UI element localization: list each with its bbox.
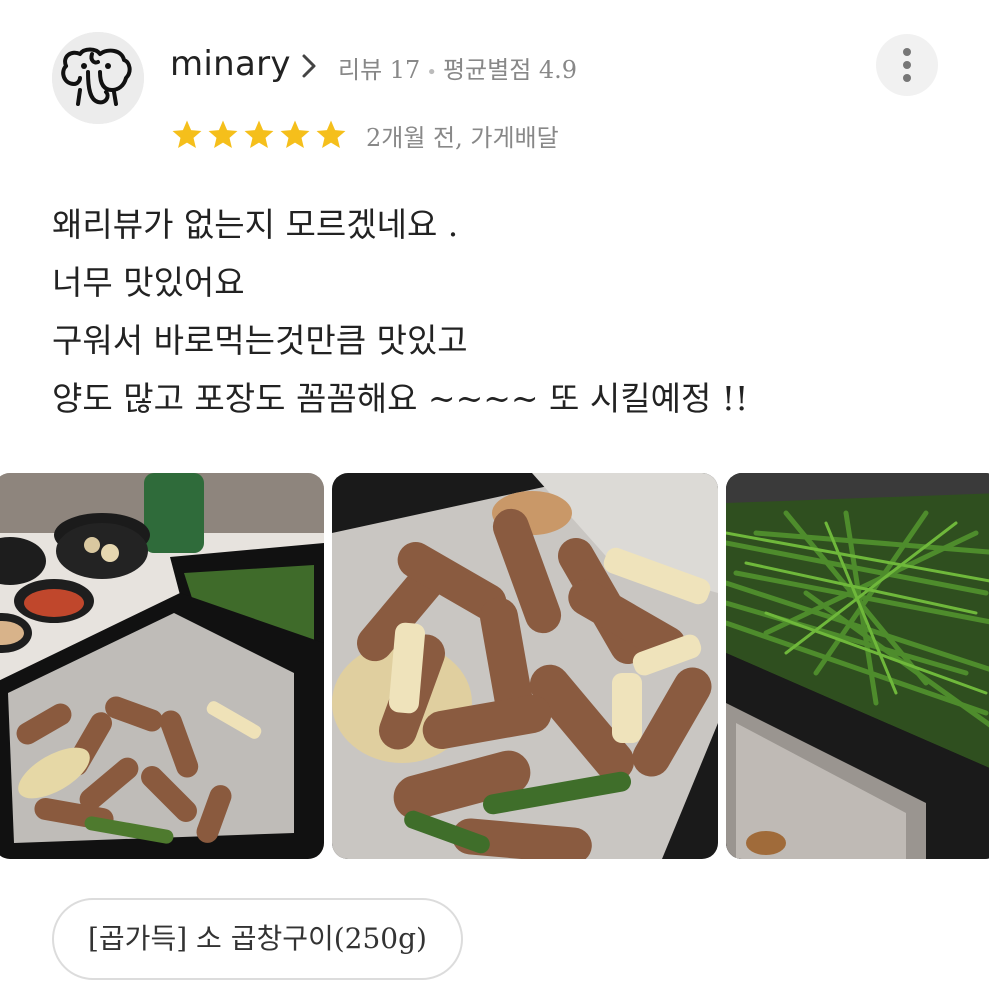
star-icon <box>280 120 310 149</box>
average-rating: 평균별점 4.9 <box>442 56 578 84</box>
review-photo-2[interactable] <box>332 473 718 859</box>
separator-dot: • <box>426 62 437 83</box>
star-icon <box>244 120 274 149</box>
review-date: 2개월 전, 가게배달 <box>366 124 559 152</box>
review-count: 리뷰 17 <box>338 56 421 84</box>
star-icon <box>316 120 346 149</box>
more-options-button[interactable] <box>876 34 938 96</box>
menu-item-tag[interactable]: [곱가득] 소 곱창구이(250g) <box>52 898 463 980</box>
review-text: 왜리뷰가 없는지 모르겠네요 . 너무 맛있어요 구워서 바로먹는것만큼 맛있고… <box>52 196 748 428</box>
review-line: 왜리뷰가 없는지 모르겠네요 . <box>52 205 459 244</box>
review-line: 구워서 바로먹는것만큼 맛있고 <box>52 321 468 360</box>
chevron-right-icon[interactable] <box>300 52 318 80</box>
reviewer-name[interactable]: minary <box>170 44 291 84</box>
star-rating <box>170 118 348 152</box>
more-vertical-icon <box>903 48 911 56</box>
review-line: 양도 많고 포장도 꼼꼼해요 ~~~~ 또 시킬예정 !! <box>52 379 749 418</box>
review-photo-1[interactable] <box>0 473 324 859</box>
review-line: 너무 맛있어요 <box>52 263 245 302</box>
star-icon <box>172 120 202 149</box>
elephant-icon <box>52 32 144 124</box>
review-photo-3[interactable] <box>726 473 989 859</box>
avatar[interactable] <box>52 32 144 124</box>
reviewer-stats: 리뷰 17 • 평균별점 4.9 <box>338 50 577 85</box>
star-icon <box>208 120 238 149</box>
